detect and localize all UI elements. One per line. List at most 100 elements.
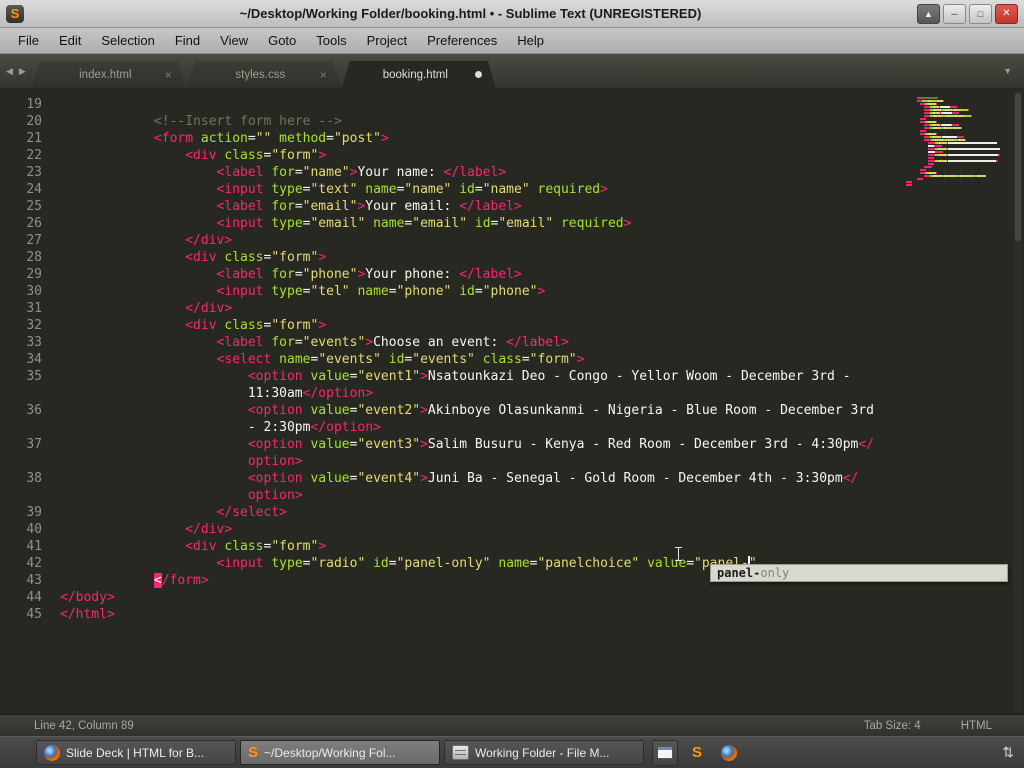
code-line[interactable]: 45 </html> (0, 606, 1024, 623)
tab-index.html[interactable]: index.html × (32, 61, 186, 88)
taskbar-window-button[interactable]: Slide Deck | HTML for B... (36, 740, 236, 765)
menu-goto[interactable]: Goto (258, 29, 306, 52)
code-text: <label for="email">Your email: </label> (216, 199, 522, 214)
window-icon (657, 746, 673, 759)
code-text: <input type="email" name="email" id="ema… (216, 216, 632, 231)
code-text: option> (247, 454, 303, 469)
code-text: <div class="form"> (185, 539, 327, 554)
tab-overflow-button[interactable]: ▼ (991, 66, 1024, 76)
tab-booking.html[interactable]: booking.html (342, 61, 496, 88)
code-text: <option value="event2">Akinboye Olasunka… (247, 403, 875, 418)
taskbar-window-button[interactable]: S ~/Desktop/Working Fol... (240, 740, 440, 765)
code-line[interactable]: 34 <select name="events" id="events" cla… (0, 351, 1024, 368)
tab-size-indicator[interactable]: Tab Size: 4 (864, 720, 921, 732)
code-line[interactable]: 39 </select> (0, 504, 1024, 521)
line-number: 25 (26, 199, 42, 214)
launcher-firefox[interactable] (716, 740, 742, 766)
code-text: <option value="event3">Salim Busuru - Ke… (247, 437, 875, 452)
code-text: <option value="event1">Nsatounkazi Deo -… (247, 369, 851, 384)
code-line[interactable]: - 2:30pm</option> (0, 419, 1024, 436)
firefox-icon (44, 744, 60, 761)
code-text: </body> (60, 590, 115, 605)
code-line[interactable]: 24 <input type="text" name="name" id="na… (0, 181, 1024, 198)
code-line[interactable]: 26 <input type="email" name="email" id="… (0, 215, 1024, 232)
sublime-icon: S (691, 744, 702, 761)
taskbar-window-button[interactable]: Working Folder - File M... (444, 740, 644, 765)
autocomplete-popup[interactable]: panel-only (710, 564, 1008, 582)
menu-selection[interactable]: Selection (91, 29, 164, 52)
code-line[interactable]: 23 <label for="name">Your name: </label> (0, 164, 1024, 181)
launcher-window[interactable] (652, 739, 678, 766)
code-line[interactable]: option> (0, 453, 1024, 470)
menu-project[interactable]: Project (357, 29, 417, 52)
menu-edit[interactable]: Edit (49, 29, 91, 52)
line-number: 22 (26, 148, 42, 163)
line-number: 39 (26, 505, 42, 520)
menu-view[interactable]: View (210, 29, 258, 52)
minimap[interactable] (906, 94, 1010, 187)
menu-tools[interactable]: Tools (306, 29, 356, 52)
code-line[interactable]: 44 </body> (0, 589, 1024, 606)
code-text: <input type="radio" id="panel-only" name… (60, 555, 757, 572)
forward-arrow-icon[interactable]: ▶ (19, 66, 26, 77)
code-line[interactable]: option> (0, 487, 1024, 504)
code-line[interactable]: 40 </div> (0, 521, 1024, 538)
window-titlebar[interactable]: S ~/Desktop/Working Folder/booking.html … (0, 0, 1024, 28)
line-number (0, 385, 42, 402)
code-text: </html> (60, 607, 115, 622)
minimize-button[interactable]: ─ (943, 3, 966, 24)
code-text: </form> (153, 573, 209, 588)
tab-close-icon[interactable]: × (320, 69, 327, 81)
code-line[interactable]: 35 <option value="event1">Nsatounkazi De… (0, 368, 1024, 385)
code-line[interactable]: 19 (0, 96, 1024, 113)
code-text: <label for="events">Choose an event: </l… (216, 335, 569, 350)
tab-history-nav: ◀ ▶ (0, 54, 32, 88)
editor-area[interactable]: 19 20 <!--Insert form here --> 21 <form ac… (0, 88, 1024, 714)
code-line[interactable]: 33 <label for="events">Choose an event: … (0, 334, 1024, 351)
menu-file[interactable]: File (8, 29, 49, 52)
maximize-button[interactable]: □ (969, 3, 992, 24)
launcher-sublime[interactable]: S (684, 740, 710, 766)
code-line[interactable]: 27 </div> (0, 232, 1024, 249)
line-number: 23 (26, 165, 42, 180)
code-line[interactable]: 38 <option value="event4">Juni Ba - Sene… (0, 470, 1024, 487)
code-line[interactable]: 36 <option value="event2">Akinboye Olasu… (0, 402, 1024, 419)
code-line[interactable]: 25 <label for="email">Your email: </labe… (0, 198, 1024, 215)
workspace-indicator[interactable]: ⇅ (992, 744, 1024, 761)
code-line[interactable]: 37 <option value="event3">Salim Busuru -… (0, 436, 1024, 453)
line-number: 30 (26, 284, 42, 299)
line-number: 29 (26, 267, 42, 282)
sublime-app-icon: S (6, 4, 24, 23)
code-line[interactable]: 41 <div class="form"> (0, 538, 1024, 555)
shade-button[interactable]: ▲ (917, 3, 940, 24)
menu-find[interactable]: Find (165, 29, 210, 52)
mouse-cursor (674, 547, 683, 562)
code-text: </div> (185, 301, 233, 316)
code-line[interactable]: 32 <div class="form"> (0, 317, 1024, 334)
editor-scrollbar[interactable] (1014, 90, 1022, 712)
tab-label: booking.html (382, 68, 448, 81)
filemanager-icon (452, 745, 469, 760)
line-number: 42 (26, 556, 42, 571)
code-line[interactable]: 21 <form action="" method="post"> (0, 130, 1024, 147)
code-line[interactable]: 30 <input type="tel" name="phone" id="ph… (0, 283, 1024, 300)
code-line[interactable]: 11:30am</option> (0, 385, 1024, 402)
menu-help[interactable]: Help (507, 29, 554, 52)
code-line[interactable]: 22 <div class="form"> (0, 147, 1024, 164)
line-number: 24 (26, 182, 42, 197)
code-line[interactable]: 20 <!--Insert form here --> (0, 113, 1024, 130)
scrollbar-thumb[interactable] (1015, 93, 1021, 241)
close-button[interactable]: ✕ (995, 3, 1018, 24)
taskbar-windows: Slide Deck | HTML for B... S ~/Desktop/Wor… (0, 740, 648, 765)
taskbar-window-label: ~/Desktop/Working Fol... (264, 745, 396, 760)
code-view[interactable]: 19 20 <!--Insert form here --> 21 <form ac… (0, 88, 1024, 623)
code-line[interactable]: 29 <label for="phone">Your phone: </labe… (0, 266, 1024, 283)
tab-close-icon[interactable]: × (165, 69, 172, 81)
tab-styles.css[interactable]: styles.css × (187, 61, 341, 88)
code-line[interactable]: 31 </div> (0, 300, 1024, 317)
menu-preferences[interactable]: Preferences (417, 29, 507, 52)
code-line[interactable]: 28 <div class="form"> (0, 249, 1024, 266)
line-number: 40 (26, 522, 42, 537)
syntax-indicator[interactable]: HTML (961, 720, 992, 732)
back-arrow-icon[interactable]: ◀ (6, 66, 13, 77)
